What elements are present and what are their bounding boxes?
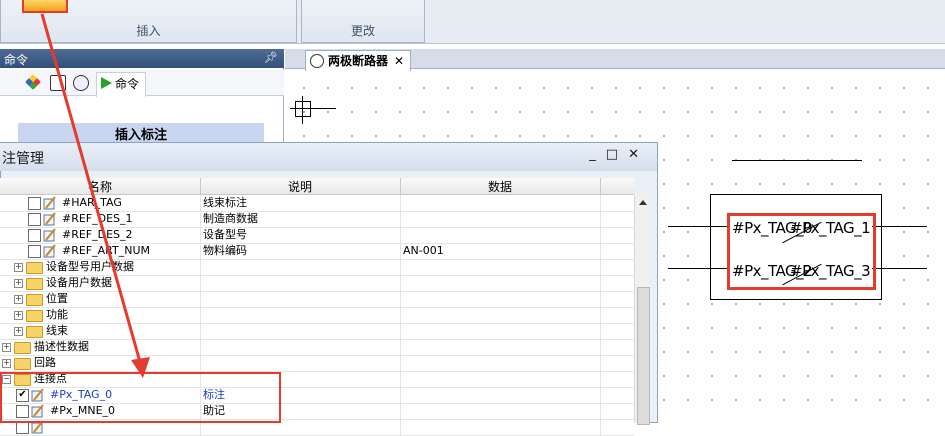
annotation-arrow xyxy=(40,13,150,378)
annotation-arrow-head xyxy=(131,357,150,378)
annotation-arrow-shaft xyxy=(40,13,142,363)
